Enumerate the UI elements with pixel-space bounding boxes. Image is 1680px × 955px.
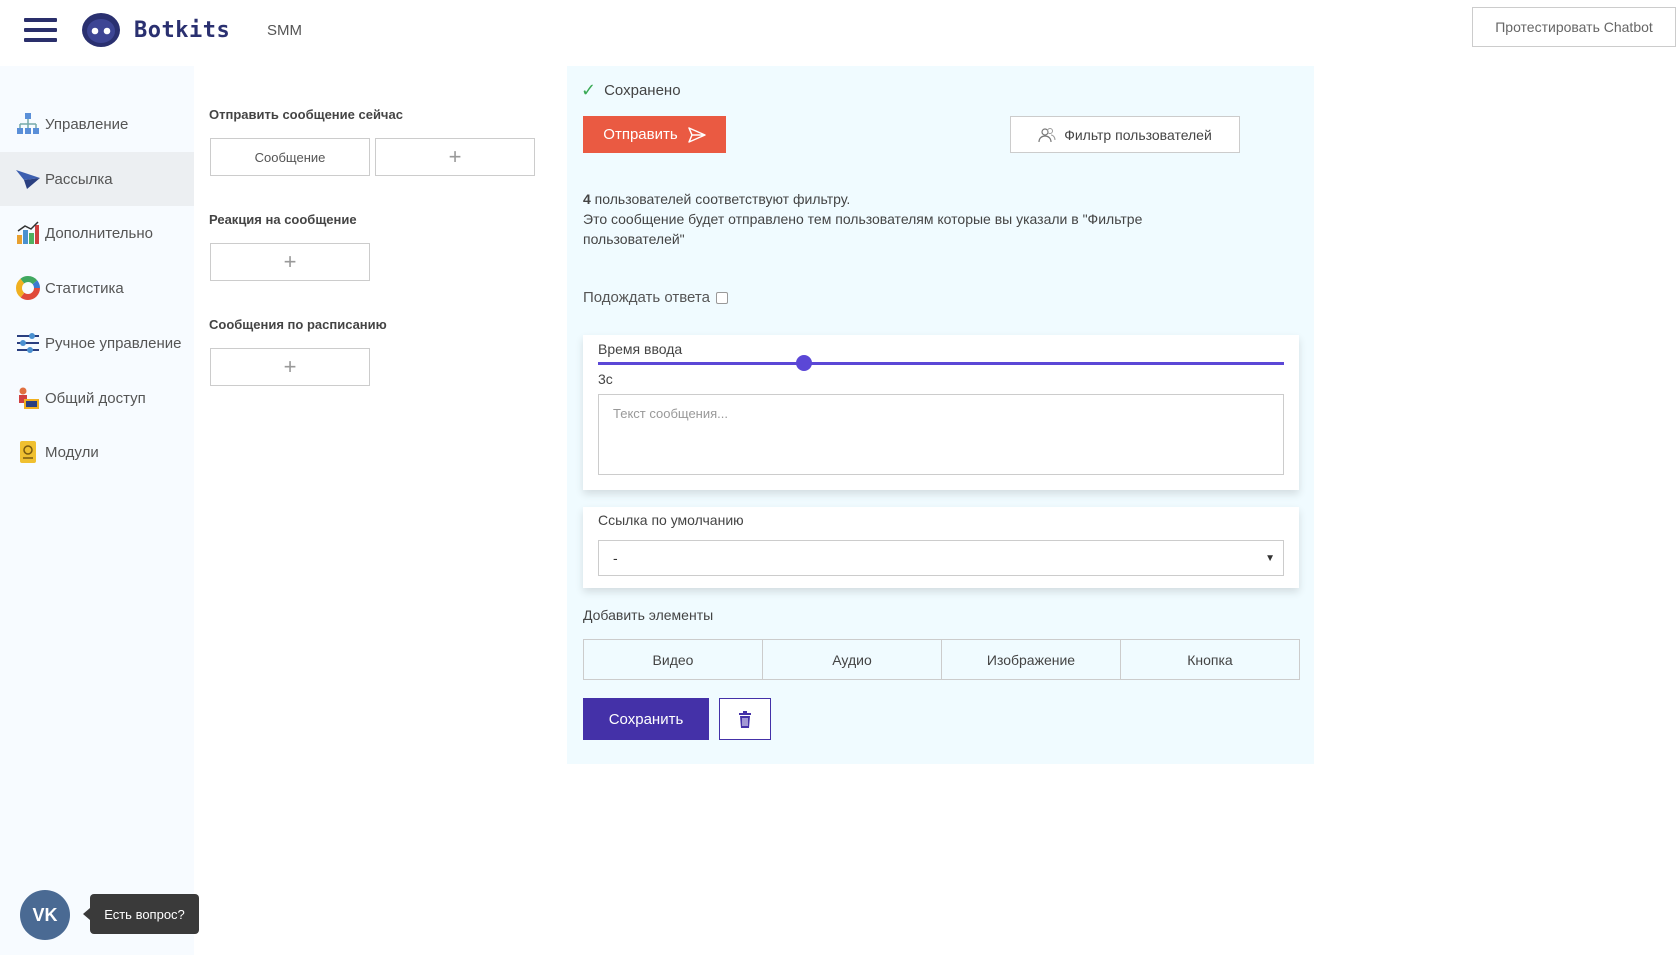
send-button-label: Отправить bbox=[603, 126, 678, 143]
trash-icon bbox=[739, 710, 751, 728]
bar-chart-icon bbox=[15, 220, 41, 246]
add-reaction-button[interactable]: + bbox=[210, 243, 370, 281]
shared-access-icon bbox=[15, 385, 41, 411]
sidebar-item-label: Общий доступ bbox=[45, 389, 146, 407]
sidebar-item-statistics[interactable]: Статистика bbox=[0, 261, 194, 315]
default-link-label: Ссылка по умолчанию bbox=[598, 512, 744, 528]
sidebar-item-label: Управление bbox=[45, 115, 129, 133]
plus-icon: + bbox=[283, 354, 297, 379]
sidebar-item-label: Модули bbox=[45, 443, 99, 461]
default-link-select[interactable]: - ▼ bbox=[598, 540, 1284, 576]
modules-icon bbox=[15, 439, 41, 465]
typing-time-card: Время ввода 3с Текст сообщения... bbox=[583, 335, 1299, 490]
add-elements-label: Добавить элементы bbox=[583, 607, 714, 623]
hierarchy-icon bbox=[15, 111, 41, 137]
add-image-button[interactable]: Изображение bbox=[941, 639, 1121, 680]
info-line-2: Это сообщение будет отправлено тем польз… bbox=[583, 211, 1143, 247]
sidebar-item-shared-access[interactable]: Общий доступ bbox=[0, 371, 194, 425]
matched-users-count: 4 bbox=[583, 191, 591, 207]
send-now-title: Отправить сообщение сейчас bbox=[209, 107, 403, 122]
default-link-value: - bbox=[613, 550, 618, 566]
message-block[interactable]: Сообщение bbox=[210, 138, 370, 176]
add-message-button[interactable]: + bbox=[375, 138, 535, 176]
add-button-button[interactable]: Кнопка bbox=[1120, 639, 1300, 680]
message-text-input[interactable]: Текст сообщения... bbox=[598, 394, 1284, 475]
typing-time-value: 3с bbox=[598, 371, 613, 387]
plus-icon: + bbox=[283, 249, 297, 274]
save-button[interactable]: Сохранить bbox=[583, 698, 709, 740]
user-filter-label: Фильтр пользователей bbox=[1064, 126, 1212, 143]
typing-time-slider-handle[interactable] bbox=[795, 355, 812, 371]
sidebar-item-label: Дополнительно bbox=[45, 224, 153, 242]
typing-time-label: Время ввода bbox=[598, 341, 683, 357]
sidebar: Управление Рассылка Дополнительно Статис… bbox=[0, 66, 194, 955]
delete-button[interactable] bbox=[719, 698, 771, 740]
dropdown-arrow-icon: ▼ bbox=[1265, 552, 1275, 564]
menu-icon[interactable] bbox=[24, 18, 57, 44]
breadcrumb: SMM bbox=[267, 22, 302, 39]
user-filter-button[interactable]: Фильтр пользователей bbox=[1010, 116, 1240, 153]
sidebar-item-label: Рассылка bbox=[45, 170, 113, 188]
sidebar-item-manual-control[interactable]: Ручное управление bbox=[0, 316, 194, 370]
wait-reply-label: Подождать ответа bbox=[583, 289, 710, 306]
top-header: Botkits SMM Протестировать Chatbot bbox=[0, 0, 1680, 62]
test-chatbot-button[interactable]: Протестировать Chatbot bbox=[1472, 7, 1676, 47]
sliders-icon bbox=[15, 330, 41, 356]
paper-plane-icon bbox=[15, 166, 41, 192]
sidebar-item-mailing[interactable]: Рассылка bbox=[0, 152, 194, 206]
sidebar-item-label: Ручное управление bbox=[45, 334, 182, 352]
reaction-title: Реакция на сообщение bbox=[209, 212, 357, 227]
wait-reply-row: Подождать ответа bbox=[583, 289, 728, 306]
default-link-card: Ссылка по умолчанию - ▼ bbox=[583, 507, 1299, 588]
add-elements-row: Видео Аудио Изображение Кнопка bbox=[583, 639, 1300, 680]
users-icon bbox=[1038, 127, 1056, 142]
info-line-1: пользователей соответствуют фильтру. bbox=[590, 191, 851, 207]
vk-chat-icon[interactable]: VK bbox=[20, 890, 70, 940]
brand-name: Botkits bbox=[134, 18, 231, 43]
typing-time-slider-track[interactable] bbox=[598, 362, 1284, 365]
sidebar-item-additional[interactable]: Дополнительно bbox=[0, 206, 194, 260]
plus-icon: + bbox=[448, 144, 462, 169]
add-audio-button[interactable]: Аудио bbox=[762, 639, 942, 680]
question-tooltip[interactable]: Есть вопрос? bbox=[83, 894, 199, 934]
sidebar-item-modules[interactable]: Модули bbox=[0, 425, 194, 479]
scheduled-title: Сообщения по расписанию bbox=[209, 317, 387, 332]
sidebar-item-label: Статистика bbox=[45, 279, 124, 297]
saved-status: ✓ Сохранено bbox=[581, 80, 681, 101]
sidebar-item-management[interactable]: Управление bbox=[0, 97, 194, 151]
filter-info: 4 пользователей соответствуют фильтру. Э… bbox=[583, 189, 1223, 249]
wait-reply-checkbox[interactable] bbox=[715, 291, 728, 304]
add-video-button[interactable]: Видео bbox=[583, 639, 763, 680]
saved-text: Сохранено bbox=[604, 82, 681, 99]
add-scheduled-button[interactable]: + bbox=[210, 348, 370, 386]
send-button[interactable]: Отправить bbox=[583, 116, 726, 153]
robot-logo-icon bbox=[82, 13, 120, 47]
send-arrow-icon bbox=[687, 126, 706, 143]
donut-chart-icon bbox=[15, 275, 41, 301]
checkmark-icon: ✓ bbox=[581, 80, 597, 100]
